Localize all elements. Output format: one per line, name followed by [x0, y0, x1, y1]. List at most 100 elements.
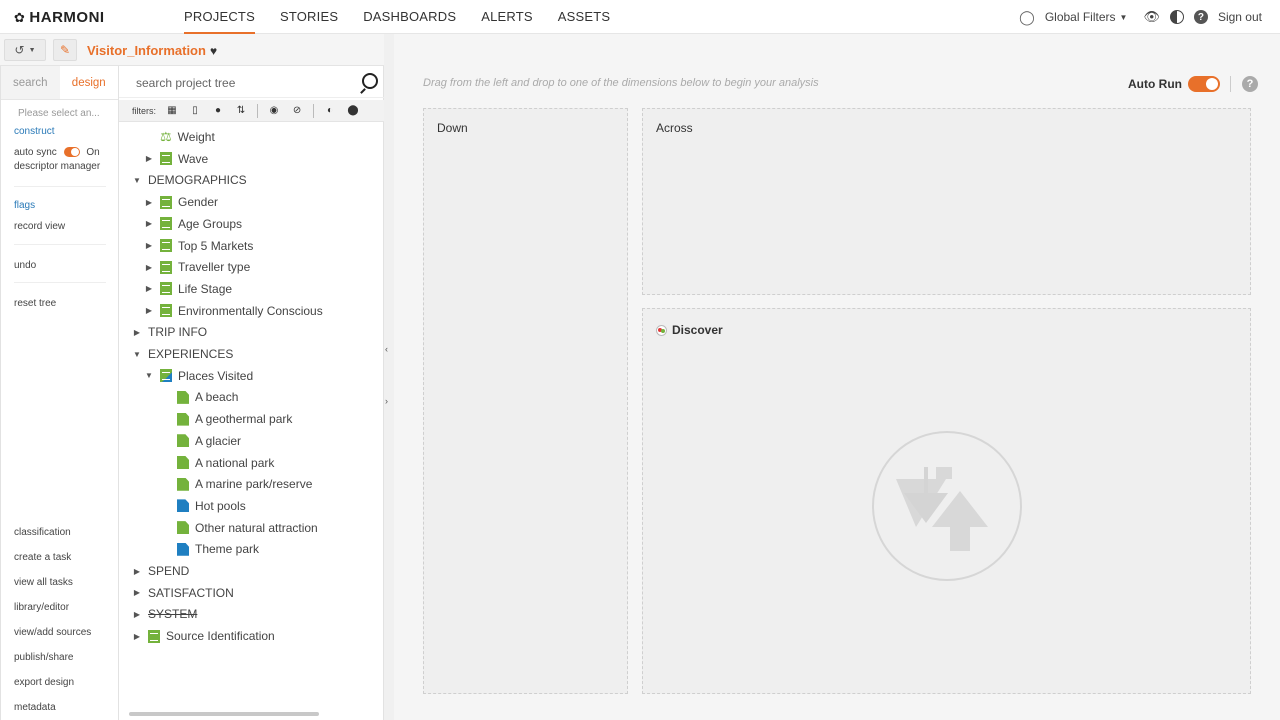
heart-icon[interactable]: ♥ [210, 44, 217, 58]
history-button[interactable]: ↺ ▼ [4, 39, 46, 61]
edit-button[interactable]: ✎ [53, 39, 77, 61]
view-all-tasks-link[interactable]: view all tasks [14, 577, 73, 588]
tree-node[interactable]: ▶ Life Stage [132, 279, 232, 299]
eye-off-filter-icon[interactable]: ⊘ [290, 105, 304, 116]
tree-node[interactable]: ▶ TRIP INFO [132, 322, 207, 342]
tree-node[interactable]: A marine park/reserve [177, 474, 312, 494]
tree-node[interactable]: ▶ SYSTEM [132, 604, 197, 624]
export-design-link[interactable]: export design [14, 677, 74, 688]
logo-text: HARMONI [29, 9, 105, 26]
tree-node[interactable]: ▶ Wave [132, 149, 208, 169]
tree-search[interactable]: search project tree [119, 66, 384, 98]
tree-node[interactable]: A geothermal park [177, 409, 292, 429]
down-dropzone[interactable]: Down [423, 108, 628, 694]
descriptor-manager-link[interactable]: descriptor manager [14, 161, 100, 172]
caret-down-icon[interactable]: ▼ [132, 350, 142, 359]
create-task-link[interactable]: create a task [14, 552, 71, 563]
tree-node[interactable]: ▶ SATISFACTION [132, 583, 234, 603]
caret-down-icon[interactable]: ▼ [1120, 13, 1128, 22]
tree-node[interactable]: ▶ Top 5 Markets [132, 236, 253, 256]
green-leaf-icon [177, 456, 189, 469]
globe-icon[interactable]: ◯ [1019, 9, 1035, 26]
full-circle-filter-icon[interactable]: ⬤ [346, 105, 360, 116]
eye-icon[interactable]: 👁 [1143, 9, 1160, 25]
nav-assets[interactable]: ASSETS [558, 0, 611, 34]
global-filters-button[interactable]: Global Filters [1045, 10, 1116, 24]
tab-search[interactable]: search [1, 66, 60, 99]
tree-node[interactable]: ▶ Age Groups [132, 214, 242, 234]
caret-right-icon[interactable]: ▶ [132, 610, 142, 619]
metadata-link[interactable]: metadata [14, 702, 56, 713]
tree-node[interactable]: Theme park [177, 539, 259, 559]
tree-node[interactable]: ▶ Traveller type [132, 257, 250, 277]
contrast-icon[interactable] [1169, 10, 1184, 24]
tab-design[interactable]: design [59, 66, 118, 99]
tree-node[interactable]: ▶ Environmentally Conscious [132, 301, 323, 321]
tree-node[interactable]: Hot pools [177, 496, 246, 516]
caret-right-icon[interactable]: ▶ [144, 263, 154, 272]
caret-right-icon[interactable]: ▶ [144, 284, 154, 293]
auto-sync-toggle[interactable] [63, 147, 80, 158]
caret-right-icon[interactable]: ▶ [144, 154, 154, 163]
classification-link[interactable]: classification [14, 527, 71, 538]
caret-right-icon[interactable]: ▶ [144, 241, 154, 250]
nav-dashboards[interactable]: DASHBOARDS [363, 0, 456, 34]
caret-down-icon[interactable]: ▼ [132, 176, 142, 185]
select-dropdown[interactable]: Please select an... [18, 108, 100, 119]
sort-filter-icon[interactable]: ⇅ [234, 105, 248, 116]
construct-link[interactable]: construct [14, 126, 55, 137]
expand-right-icon[interactable]: › [385, 396, 388, 406]
search-icon[interactable] [362, 73, 378, 89]
harmoni-logo[interactable]: ✿ HARMONI [14, 9, 105, 26]
caret-right-icon[interactable]: ▶ [132, 567, 142, 576]
pin-filter-icon[interactable]: ● [211, 105, 225, 116]
discover-dropzone[interactable]: Discover [642, 308, 1251, 694]
caret-right-icon[interactable]: ▶ [132, 632, 142, 641]
auto-run-toggle[interactable] [1188, 76, 1220, 92]
tree-node[interactable]: ⚖ Weight [132, 127, 215, 147]
tree-node[interactable]: A glacier [177, 431, 241, 451]
caret-right-icon[interactable]: ▶ [144, 306, 154, 315]
across-dropzone[interactable]: Across [642, 108, 1251, 295]
eye-filter-icon[interactable]: ◉ [267, 105, 281, 116]
library-editor-link[interactable]: library/editor [14, 602, 69, 613]
view-add-sources-link[interactable]: view/add sources [14, 627, 91, 638]
publish-share-link[interactable]: publish/share [14, 652, 73, 663]
caret-right-icon[interactable]: ▶ [144, 198, 154, 207]
tree-search-input[interactable]: search project tree [136, 76, 235, 90]
record-view-link[interactable]: record view [14, 221, 65, 232]
scrollbar-thumb[interactable] [129, 712, 319, 716]
tree-node-label: Life Stage [178, 281, 233, 296]
flags-link[interactable]: flags [14, 200, 35, 211]
tree-node-label: TRIP INFO [148, 325, 208, 340]
bar-filter-icon[interactable]: ▯ [188, 105, 202, 116]
half-circle-filter-icon[interactable]: ◐ [323, 105, 337, 116]
horizontal-scrollbar[interactable] [119, 710, 384, 718]
tree-node[interactable]: ▼ EXPERIENCES [132, 344, 233, 364]
signout-link[interactable]: Sign out [1218, 10, 1262, 24]
panel-splitter[interactable]: ‹ › [384, 34, 394, 720]
tree-node[interactable]: A beach [177, 387, 238, 407]
nav-projects[interactable]: PROJECTS [184, 0, 255, 34]
grid-filter-icon[interactable]: ▦ [165, 105, 179, 116]
tree-node[interactable]: ▶ Gender [132, 192, 218, 212]
reset-tree-link[interactable]: reset tree [14, 298, 56, 309]
caret-right-icon[interactable]: ▶ [132, 588, 142, 597]
tree-node[interactable]: ▶ SPEND [132, 561, 189, 581]
tree-node[interactable]: ▶ Source Identification [132, 626, 275, 646]
nav-stories[interactable]: STORIES [280, 0, 338, 34]
tree-node[interactable]: ▼ DEMOGRAPHICS [132, 170, 247, 190]
help-icon[interactable]: ? [1193, 10, 1208, 24]
tree-node[interactable]: Other natural attraction [177, 518, 318, 538]
help-icon[interactable]: ? [1242, 76, 1258, 92]
caret-down-icon[interactable]: ▼ [144, 371, 154, 380]
collapse-left-icon[interactable]: ‹ [385, 344, 388, 354]
tree-node[interactable]: A national park [177, 453, 274, 473]
undo-link[interactable]: undo [14, 260, 36, 271]
nav-alerts[interactable]: ALERTS [481, 0, 533, 34]
caret-right-icon[interactable]: ▶ [144, 219, 154, 228]
top-right-controls: ◯ Global Filters ▼ 👁 ? Sign out [1019, 0, 1262, 34]
caret-right-icon[interactable]: ▶ [132, 328, 142, 337]
tree-node[interactable]: ▼ Places Visited [132, 366, 253, 386]
project-bar: ↺ ▼ ✎ Visitor_Information ♥ [0, 34, 384, 66]
